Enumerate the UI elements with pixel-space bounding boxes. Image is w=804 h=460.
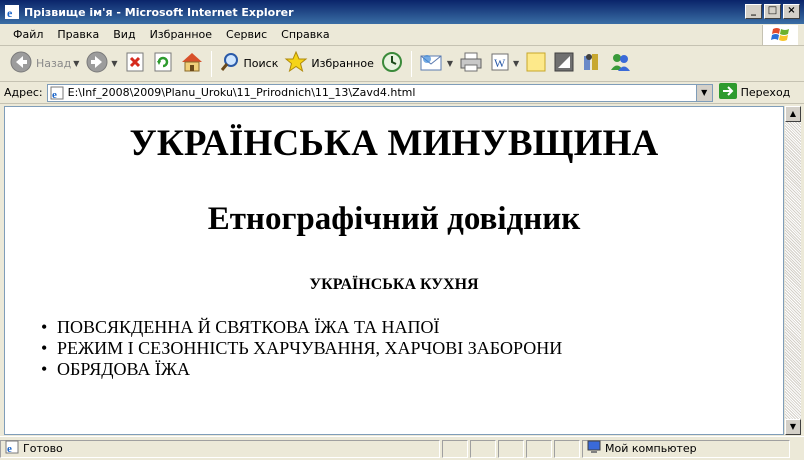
refresh-icon (152, 51, 174, 76)
tools-button[interactable] (578, 49, 606, 79)
page-icon: e (50, 86, 64, 101)
discuss-button[interactable] (522, 49, 550, 79)
mail-dropdown-icon[interactable]: ▼ (447, 59, 453, 68)
stop-button[interactable] (121, 49, 149, 79)
go-label: Переход (740, 86, 791, 99)
research-button[interactable] (550, 49, 578, 79)
print-icon (459, 51, 483, 76)
stop-icon (124, 51, 146, 76)
close-button[interactable]: × (783, 4, 800, 19)
menu-bar: Файл Правка Вид Избранное Сервис Справка (0, 24, 804, 46)
tools-icon (581, 51, 603, 76)
address-bar: Адрес: e ▼ Переход (0, 82, 804, 104)
history-icon (380, 50, 404, 77)
svg-text:W: W (494, 56, 506, 70)
status-bar: e Готово Мой компьютер (0, 436, 804, 460)
status-cell (526, 439, 552, 458)
window-titlebar[interactable]: e Прізвище ім'я - Microsoft Internet Exp… (0, 0, 804, 24)
home-icon (180, 50, 204, 77)
status-text-panel: e Готово (0, 439, 440, 458)
back-icon (9, 50, 33, 77)
list-item: РЕЖИМ І СЕЗОННІСТЬ ХАРЧУВАННЯ, ХАРЧОВІ З… (41, 338, 783, 359)
zone-label: Мой компьютер (605, 442, 697, 455)
ie-icon: e (4, 4, 20, 20)
list-item: ПОВСЯКДЕННА Й СВЯТКОВА ЇЖА ТА НАПОЇ (41, 317, 783, 338)
print-button[interactable] (456, 49, 486, 79)
window-controls: _ □ × (745, 4, 800, 19)
standard-toolbar: Назад ▼ ▼ Поиск Избранное ▼ W ▼ (0, 46, 804, 82)
forward-dropdown-icon[interactable]: ▼ (111, 59, 117, 68)
favorites-label: Избранное (311, 57, 374, 70)
address-label: Адрес: (4, 86, 43, 99)
svg-text:e: e (52, 89, 57, 100)
status-cell (498, 439, 524, 458)
menu-file[interactable]: Файл (6, 28, 50, 41)
status-cell (442, 439, 468, 458)
messenger-button[interactable] (606, 49, 634, 79)
windows-logo-icon (762, 25, 798, 45)
security-zone: Мой компьютер (582, 439, 790, 458)
menu-favorites[interactable]: Избранное (143, 28, 219, 41)
menu-edit[interactable]: Правка (50, 28, 106, 41)
search-icon (219, 51, 241, 76)
page-content: УКРАЇНСЬКА МИНУВЩИНА Етнографічний довід… (4, 106, 784, 435)
go-button[interactable]: Переход (718, 83, 791, 102)
forward-icon (85, 50, 109, 77)
history-button[interactable] (377, 49, 407, 79)
go-arrow-icon (718, 83, 737, 102)
list-item: ОБРЯДОВА ЇЖА (41, 359, 783, 380)
status-page-icon: e (5, 440, 19, 457)
scroll-track[interactable] (785, 122, 801, 419)
mail-icon (419, 51, 445, 76)
menu-help[interactable]: Справка (274, 28, 336, 41)
search-label: Поиск (243, 57, 279, 70)
topic-list: ПОВСЯКДЕННА Й СВЯТКОВА ЇЖА ТА НАПОЇ РЕЖИ… (5, 317, 783, 380)
page-heading: УКРАЇНСЬКА МИНУВЩИНА (129, 123, 659, 164)
address-dropdown-icon[interactable]: ▼ (695, 84, 712, 101)
maximize-button[interactable]: □ (764, 4, 781, 19)
back-dropdown-icon[interactable]: ▼ (73, 59, 79, 68)
scroll-down-arrow-icon[interactable]: ▼ (785, 419, 801, 435)
favorites-icon (284, 50, 308, 77)
edit-icon: W (489, 51, 511, 76)
forward-button[interactable]: ▼ (82, 49, 120, 79)
messenger-icon (609, 51, 631, 76)
discuss-icon (525, 51, 547, 76)
vertical-scrollbar[interactable]: ▲ ▼ (784, 106, 801, 435)
edit-dropdown-icon[interactable]: ▼ (513, 59, 519, 68)
toolbar-separator (410, 50, 412, 77)
menu-view[interactable]: Вид (106, 28, 142, 41)
computer-icon (587, 440, 601, 457)
address-input[interactable] (67, 86, 688, 99)
address-field[interactable]: e ▼ (46, 83, 713, 102)
section-title: УКРАЇНСЬКА КУХНЯ (309, 276, 479, 293)
research-icon (553, 51, 575, 76)
window-title: Прізвище ім'я - Microsoft Internet Explo… (24, 5, 294, 19)
favorites-button[interactable]: Избранное (281, 49, 376, 79)
home-button[interactable] (177, 49, 207, 79)
minimize-button[interactable]: _ (745, 4, 762, 19)
scroll-up-arrow-icon[interactable]: ▲ (785, 106, 801, 122)
status-cell (554, 439, 580, 458)
search-button[interactable]: Поиск (216, 49, 282, 79)
mail-button[interactable]: ▼ (416, 49, 456, 79)
edit-button[interactable]: W ▼ (486, 49, 522, 79)
back-button[interactable]: Назад ▼ (6, 49, 82, 79)
status-cell (470, 439, 496, 458)
back-label: Назад (36, 57, 72, 70)
svg-text:e: e (7, 6, 13, 20)
status-text: Готово (23, 442, 63, 455)
toolbar-separator (210, 50, 212, 77)
page-subheading: Етнографічний довідник (207, 201, 581, 237)
refresh-button[interactable] (149, 49, 177, 79)
menu-tools[interactable]: Сервис (219, 28, 274, 41)
svg-text:e: e (7, 443, 12, 454)
